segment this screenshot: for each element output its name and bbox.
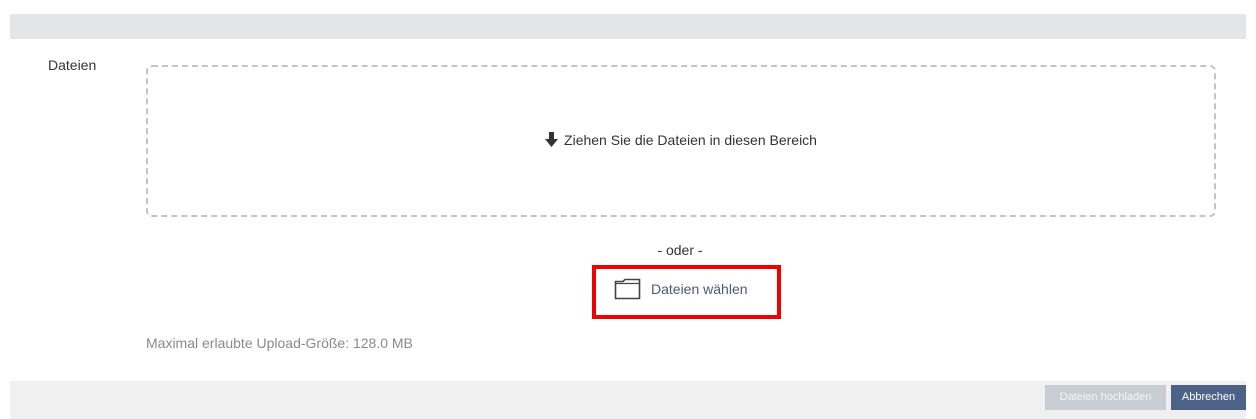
cancel-button[interactable]: Abbrechen — [1171, 385, 1246, 410]
file-dropzone[interactable]: Ziehen Sie die Dateien in diesen Bereich — [146, 65, 1216, 217]
dropzone-text: Ziehen Sie die Dateien in diesen Bereich — [564, 132, 817, 148]
arrow-down-icon — [545, 132, 559, 147]
file-upload-dialog: Dateien Ziehen Sie die Dateien in diesen… — [0, 0, 1256, 419]
dropzone-message: Ziehen Sie die Dateien in diesen Bereich — [148, 131, 1214, 149]
upload-files-button[interactable]: Dateien hochladen — [1045, 385, 1166, 410]
choose-files-button[interactable]: Dateien wählen — [614, 275, 748, 303]
or-separator: - oder - — [657, 242, 703, 258]
header-bar — [10, 14, 1246, 39]
folder-icon — [614, 278, 641, 300]
choose-files-label: Dateien wählen — [651, 281, 748, 297]
max-upload-size-note: Maximal erlaubte Upload-Größe: 128.0 MB — [146, 335, 413, 351]
files-field-label: Dateien — [48, 57, 97, 73]
